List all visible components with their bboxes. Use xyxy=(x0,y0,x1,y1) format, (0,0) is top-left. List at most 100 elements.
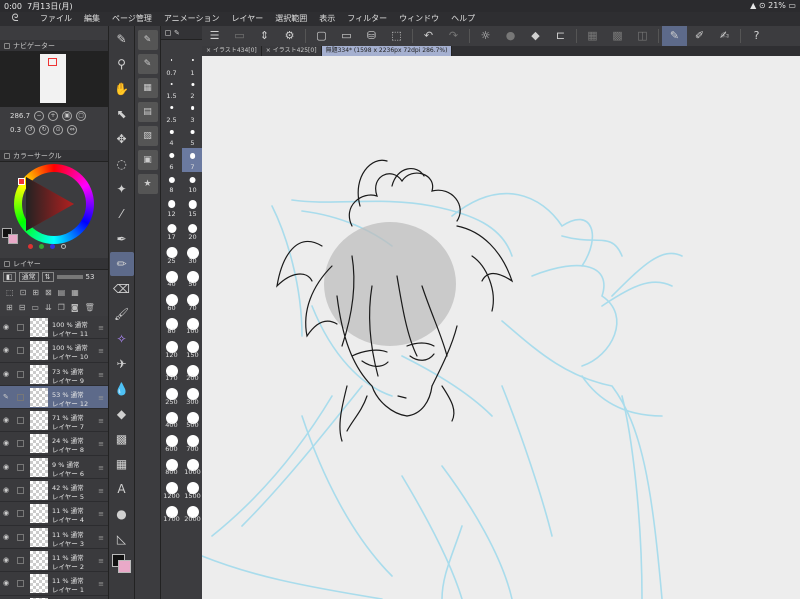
layer-checkbox[interactable] xyxy=(17,463,24,471)
layer-menu-icon[interactable]: ≡ xyxy=(98,510,104,518)
new-folder-icon[interactable]: ▭ xyxy=(31,303,39,312)
brush-size-option[interactable]: 30 xyxy=(182,242,203,266)
red-dot[interactable] xyxy=(28,244,33,249)
layer-checkbox[interactable] xyxy=(17,417,24,425)
panel-grip-icon[interactable] xyxy=(4,42,10,49)
brush-size-option[interactable]: 8 xyxy=(161,172,182,196)
layer-menu-icon[interactable]: ≡ xyxy=(98,371,104,379)
brush-tool-icon[interactable]: 🖌 xyxy=(110,302,134,326)
subtool-marker-icon[interactable]: ▤ xyxy=(137,102,158,122)
clear-icon[interactable]: ● xyxy=(498,26,523,46)
blue-dot[interactable] xyxy=(50,244,55,249)
navigator-thumbnail[interactable] xyxy=(40,54,66,103)
blend-tool-icon[interactable]: 💧 xyxy=(110,377,134,401)
eye-icon[interactable]: ◉ xyxy=(3,486,12,494)
toggle-icon[interactable]: ▭ xyxy=(227,26,252,46)
layer-thumbnail[interactable] xyxy=(30,434,48,454)
new-layer-icon[interactable]: ⊞ xyxy=(6,303,13,312)
menu-item[interactable]: レイヤー xyxy=(226,12,270,26)
tab-close-icon[interactable]: × xyxy=(206,47,213,54)
rotate-right-icon[interactable]: ↻ xyxy=(39,125,50,135)
ruler-tool-icon[interactable]: ◺ xyxy=(110,527,134,551)
move-tool-icon[interactable]: ✥ xyxy=(110,127,134,151)
fill-tool-icon[interactable]: ◆ xyxy=(110,402,134,426)
eye-icon[interactable]: ◉ xyxy=(3,533,12,541)
brush-size-option[interactable]: 2 xyxy=(182,78,203,102)
eye-icon[interactable]: ◉ xyxy=(3,416,12,424)
brush-size-option[interactable]: 6 xyxy=(161,148,182,172)
brush-size-option[interactable]: 250 xyxy=(161,383,182,407)
settings-dot[interactable] xyxy=(61,244,66,249)
export-icon[interactable]: ⬚ xyxy=(384,26,409,46)
menu-item[interactable]: 選択範囲 xyxy=(269,12,313,26)
lock-icon[interactable]: ⊞ xyxy=(32,288,39,297)
brush-size-option[interactable]: 50 xyxy=(182,266,203,290)
brush-size-option[interactable]: 3 xyxy=(182,101,203,125)
opacity-slider[interactable] xyxy=(56,275,83,279)
eye-icon[interactable]: ◉ xyxy=(3,346,12,354)
brush-settings-icon[interactable]: ✐ xyxy=(687,26,712,46)
menu-icon[interactable]: ☰ xyxy=(202,26,227,46)
brush-size-option[interactable]: 1000 xyxy=(182,454,203,478)
panel-grip-icon[interactable] xyxy=(165,29,171,36)
pen-settings-icon[interactable]: ✍ xyxy=(712,26,737,46)
loading-icon[interactable]: ☼ xyxy=(473,26,498,46)
flip-icon[interactable]: ⇔ xyxy=(67,125,78,135)
layer-menu-icon[interactable]: ≡ xyxy=(98,464,104,472)
opacity-value[interactable]: 53 xyxy=(86,273,95,281)
eye-icon[interactable]: ◉ xyxy=(3,370,12,378)
brush-size-option[interactable]: 40 xyxy=(161,266,182,290)
redo-icon[interactable]: ↷ xyxy=(441,26,466,46)
gear-icon[interactable]: ⚙ xyxy=(277,26,302,46)
tab-close-icon[interactable]: × xyxy=(266,47,273,54)
layer-row[interactable]: ◉ 11 % 通常 レイヤー 3 ≡ xyxy=(0,525,108,549)
layer-checkbox[interactable] xyxy=(17,393,24,401)
brush-size-option[interactable]: 70 xyxy=(182,289,203,313)
clip-icon[interactable]: ⬚ xyxy=(6,288,14,297)
panel-grip-icon[interactable] xyxy=(4,152,10,159)
invert-icon[interactable]: ◫ xyxy=(630,26,655,46)
layer-menu-icon[interactable]: ≡ xyxy=(98,534,104,542)
layer-checkbox[interactable] xyxy=(17,370,24,378)
zoom-out-icon[interactable]: − xyxy=(34,111,45,121)
brush-size-option[interactable]: 17 xyxy=(161,219,182,243)
ruler-icon[interactable]: ▦ xyxy=(71,288,79,297)
layer-menu-icon[interactable]: ≡ xyxy=(98,347,104,355)
layer-row[interactable]: ◉ 11 % 通常 レイヤー 2 ≡ xyxy=(0,548,108,573)
brush-size-option[interactable]: 200 xyxy=(182,360,203,384)
brush-size-option[interactable]: 5 xyxy=(182,125,203,149)
layer-color-icon[interactable]: ◧ xyxy=(3,272,16,282)
eye-icon[interactable]: ◉ xyxy=(3,463,12,471)
layer-row[interactable]: ◉用紙≡ xyxy=(0,595,108,599)
brush-size-option[interactable]: 25 xyxy=(161,242,182,266)
merge-icon[interactable]: ⇊ xyxy=(45,303,52,312)
menu-item[interactable]: 表示 xyxy=(313,12,341,26)
document-tab[interactable]: × イラスト425[0] xyxy=(261,46,322,56)
pen-edit-icon[interactable]: ✎ xyxy=(3,393,12,401)
eye-icon[interactable]: ◉ xyxy=(3,556,12,564)
reference-icon[interactable]: ⊡ xyxy=(20,288,27,297)
eye-icon[interactable]: ◉ xyxy=(3,579,12,587)
hand-tool-icon[interactable]: ✋ xyxy=(110,77,134,101)
layer-row[interactable]: ◉ 9 % 通常 レイヤー 6 ≡ xyxy=(0,455,108,480)
brush-size-option[interactable]: 1700 xyxy=(161,501,182,525)
layer-menu-icon[interactable]: ≡ xyxy=(98,580,104,588)
eye-icon[interactable]: ◉ xyxy=(3,323,12,331)
delete-icon[interactable]: 🗑 xyxy=(85,303,95,312)
brush-size-option[interactable]: 15 xyxy=(182,195,203,219)
copy-icon[interactable]: ❐ xyxy=(58,303,65,312)
layer-menu-icon[interactable]: ≡ xyxy=(98,394,104,402)
layer-checkbox[interactable] xyxy=(17,580,24,588)
text-tool-icon[interactable]: A xyxy=(110,477,134,501)
layer-menu-icon[interactable]: ≡ xyxy=(98,417,104,425)
gradient-tool-icon[interactable]: ▩ xyxy=(110,427,134,451)
navigator-preview[interactable] xyxy=(0,52,108,107)
arrows-icon[interactable]: ⇕ xyxy=(252,26,277,46)
menu-item[interactable]: ファイル xyxy=(34,12,78,26)
zoom-tool-icon[interactable]: ⚲ xyxy=(110,52,134,76)
new-file-icon[interactable]: ▢ xyxy=(309,26,334,46)
brush-size-option[interactable]: 12 xyxy=(161,195,182,219)
open-file-icon[interactable]: ▭ xyxy=(334,26,359,46)
rotate-left-icon[interactable]: ↺ xyxy=(25,125,36,135)
help-icon[interactable]: ? xyxy=(744,26,769,46)
